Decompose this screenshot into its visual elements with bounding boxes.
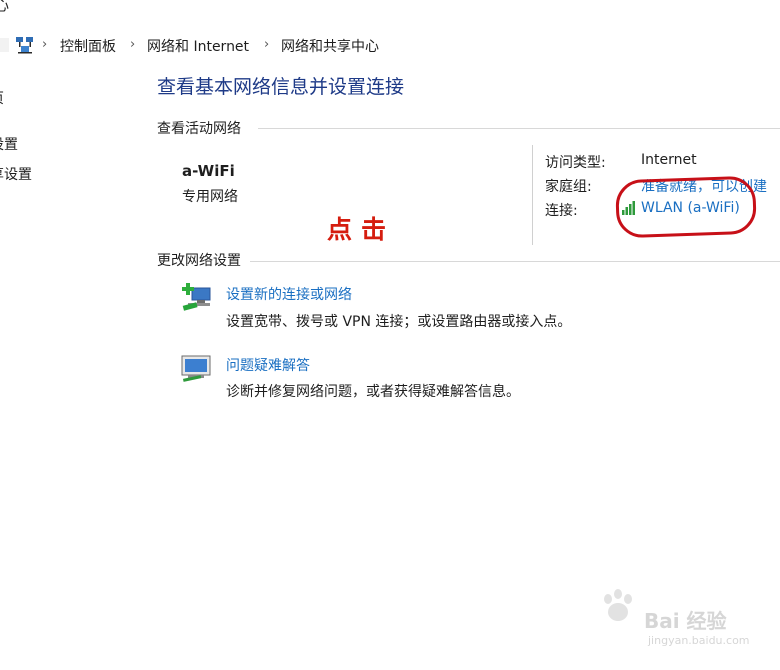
left-pane-item-sharing-settings[interactable]: 享设置: [0, 164, 32, 184]
task-troubleshoot-link[interactable]: 问题疑难解答: [226, 355, 310, 375]
chevron-right-icon[interactable]: ›: [42, 37, 47, 52]
left-pane-item-home[interactable]: 页: [0, 88, 4, 108]
network-name: a-WiFi: [182, 162, 235, 180]
change-settings-label: 更改网络设置: [157, 253, 241, 269]
left-pane-item-adapter-settings[interactable]: 设置: [0, 134, 18, 154]
troubleshoot-icon[interactable]: [180, 354, 214, 386]
page-title: 查看基本网络信息并设置连接: [157, 76, 405, 98]
breadcrumb-network-internet[interactable]: 网络和 Internet: [147, 36, 249, 56]
chevron-right-icon[interactable]: ›: [130, 37, 135, 52]
address-bar-edge: [0, 38, 9, 52]
connections-label: 连接:: [545, 203, 578, 219]
task-new-connection-link[interactable]: 设置新的连接或网络: [226, 284, 352, 304]
breadcrumb-network-sharing-center[interactable]: 网络和共享中心: [281, 36, 379, 56]
task-new-connection-desc: 设置宽带、拨号或 VPN 连接；或设置路由器或接入点。: [226, 314, 572, 330]
network-center-icon[interactable]: [15, 35, 35, 59]
section-divider: [250, 261, 780, 262]
new-connection-icon[interactable]: [180, 282, 214, 316]
homegroup-label: 家庭组:: [545, 179, 592, 195]
chevron-right-icon[interactable]: ›: [264, 37, 269, 52]
address-bar: › 控制面板 › 网络和 Internet › 网络和共享中心: [0, 32, 780, 60]
access-type-label: 访问类型:: [545, 155, 606, 171]
watermark-url: jingyan.baidu.com: [648, 634, 750, 647]
network-type: 专用网络: [182, 189, 238, 205]
baidu-paw-icon: [598, 588, 642, 632]
network-divider: [532, 145, 533, 245]
breadcrumb-control-panel[interactable]: 控制面板: [60, 36, 116, 56]
click-annotation: 点击: [327, 215, 396, 244]
access-type-value: Internet: [641, 152, 697, 168]
section-divider: [258, 128, 780, 129]
watermark-brand: Bai 经验: [644, 609, 727, 633]
active-networks-label: 查看活动网络: [157, 121, 241, 137]
window-title: 心: [0, 0, 10, 14]
highlight-circle: [615, 175, 757, 239]
task-troubleshoot-desc: 诊断并修复网络问题，或者获得疑难解答信息。: [226, 384, 520, 400]
